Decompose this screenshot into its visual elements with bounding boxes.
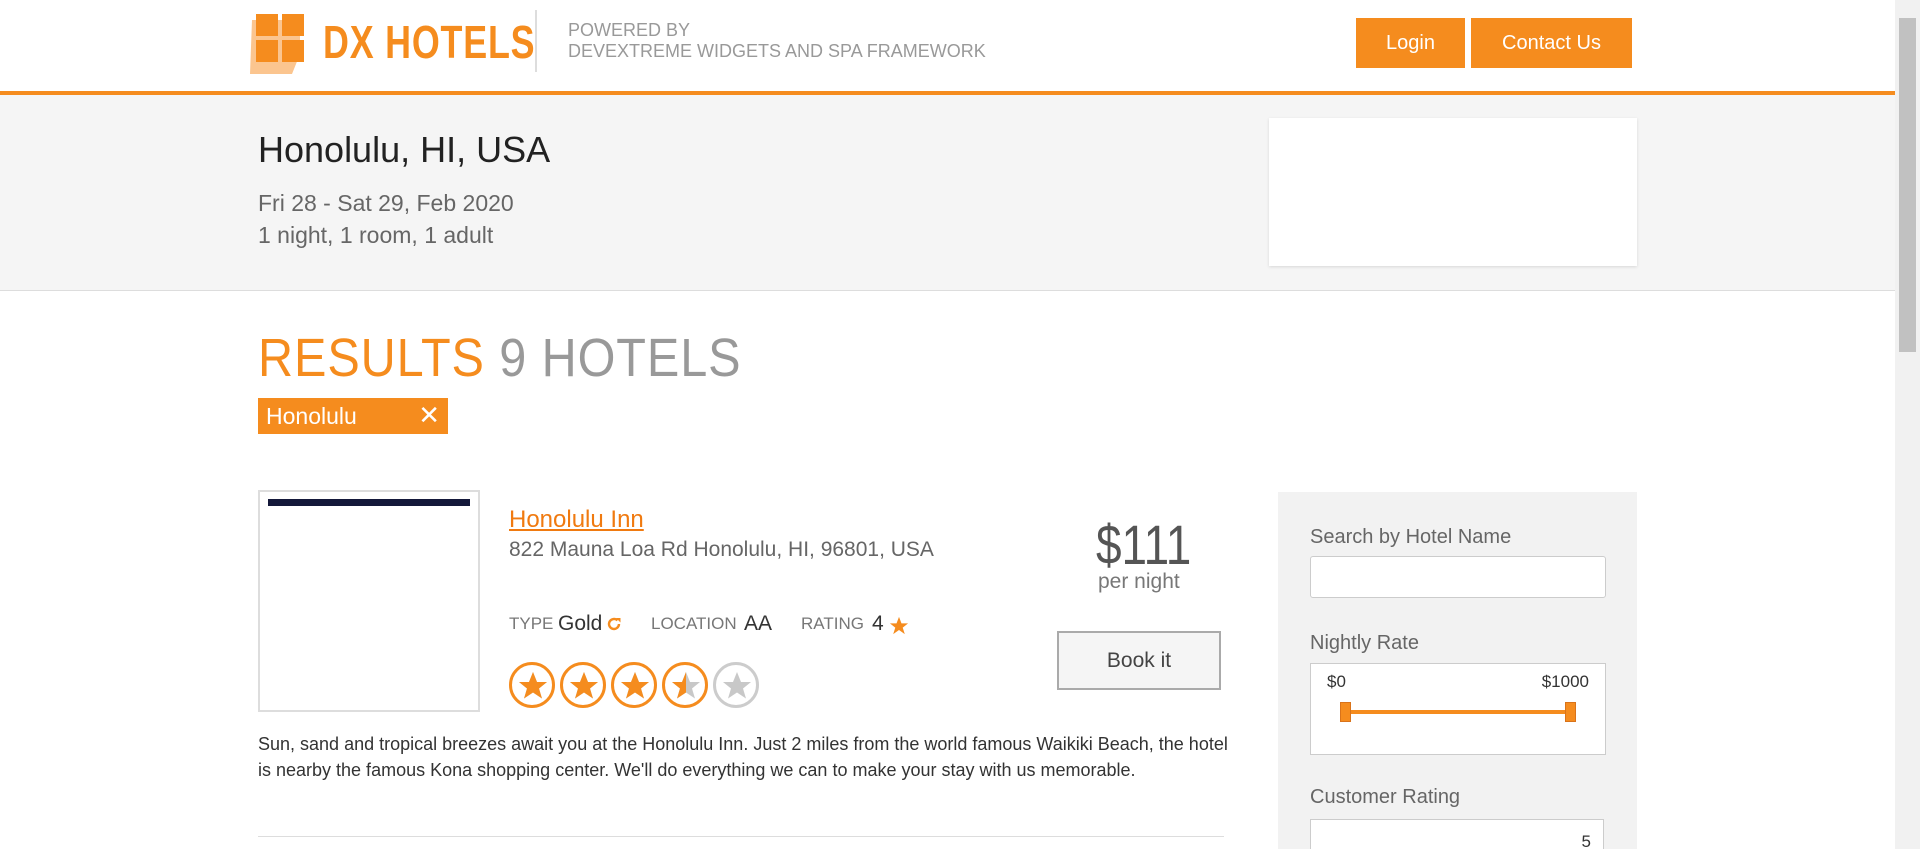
image-top-bar — [268, 499, 470, 506]
customer-rating-label: Customer Rating — [1310, 786, 1461, 808]
powered-by: POWERED BY DEVEXTREME WIDGETS AND SPA FR… — [568, 20, 986, 62]
hotel-name-search-input[interactable] — [1310, 556, 1606, 598]
hotel-logo-icon[interactable] — [242, 14, 304, 74]
hotel-address: 822 Mauna Loa Rd Honolulu, HI, 96801, US… — [509, 538, 934, 561]
book-it-button[interactable]: Book it — [1057, 631, 1221, 690]
search-dates: Fri 28 - Sat 29, Feb 2020 — [258, 190, 514, 216]
powered-by-line2: DEVEXTREME WIDGETS AND SPA FRAMEWORK — [568, 41, 986, 61]
location-label: LOCATION — [651, 614, 737, 633]
search-city: Honolulu, HI, USA — [258, 129, 551, 170]
rating-star-icon — [509, 662, 555, 708]
location-value: AA — [744, 612, 773, 635]
search-guests: 1 night, 1 room, 1 adult — [258, 222, 494, 248]
rating-star-icon — [560, 662, 606, 708]
results-label: RESULTS — [258, 328, 485, 388]
type-label: TYPE — [509, 614, 554, 633]
results-count: 9 HOTELS — [499, 328, 742, 388]
type-value: Gold — [558, 612, 603, 635]
customer-rating-input[interactable]: 5 — [1310, 819, 1604, 849]
nightly-rate-label: Nightly Rate — [1310, 632, 1419, 654]
powered-by-line1: POWERED BY — [568, 20, 691, 40]
top-bar: DX HOTELS POWERED BY DEVEXTREME WIDGETS … — [0, 0, 1895, 95]
card-divider — [258, 836, 1224, 837]
rating-label: RATING — [801, 614, 864, 633]
close-icon[interactable]: ✕ — [418, 400, 440, 431]
search-panel-placeholder — [1269, 118, 1637, 266]
hotel-description: Sun, sand and tropical breezes await you… — [258, 734, 1228, 780]
rating-star-icon — [713, 662, 759, 708]
contact-us-button[interactable]: Contact Us — [1471, 18, 1632, 68]
rating-star-icon — [662, 662, 708, 708]
filter-panel: Search by Hotel Name Nightly Rate $0 $10… — [1278, 492, 1637, 849]
header-divider — [535, 10, 537, 72]
hotel-name-link[interactable]: Honolulu Inn — [509, 506, 644, 534]
search-summary: Honolulu, HI, USA Fri 28 - Sat 29, Feb 2… — [0, 95, 1895, 291]
page: DX HOTELS POWERED BY DEVEXTREME WIDGETS … — [0, 0, 1895, 849]
rating-value: 4 — [872, 612, 884, 635]
filter-tag: Honolulu ✕ — [258, 398, 448, 434]
nightly-rate-range: $0 $1000 — [1310, 663, 1606, 755]
filter-tag-label: Honolulu — [266, 403, 357, 429]
hotel-name-filter-label: Search by Hotel Name — [1310, 526, 1512, 548]
price-unit: per night — [1098, 570, 1180, 593]
customer-rating-value: 5 — [1581, 832, 1591, 849]
star-icon — [889, 616, 909, 635]
rate-max-handle[interactable] — [1565, 702, 1576, 722]
rate-max-label: $1000 — [1541, 672, 1589, 691]
results-heading: RESULTS 9 HOTELS — [258, 326, 741, 390]
scrollbar-thumb[interactable] — [1899, 18, 1916, 352]
rating-star-icon — [611, 662, 657, 708]
rate-min-handle[interactable] — [1340, 702, 1351, 722]
hotel-price: $111 — [1096, 513, 1192, 576]
rate-min-label: $0 — [1327, 672, 1346, 691]
brand-name[interactable]: DX HOTELS — [323, 16, 535, 68]
refresh-icon — [607, 617, 621, 631]
hotel-image[interactable] — [258, 490, 480, 712]
rate-slider-track[interactable] — [1345, 710, 1571, 714]
login-button[interactable]: Login — [1356, 18, 1465, 68]
vertical-scrollbar[interactable] — [1895, 0, 1920, 849]
